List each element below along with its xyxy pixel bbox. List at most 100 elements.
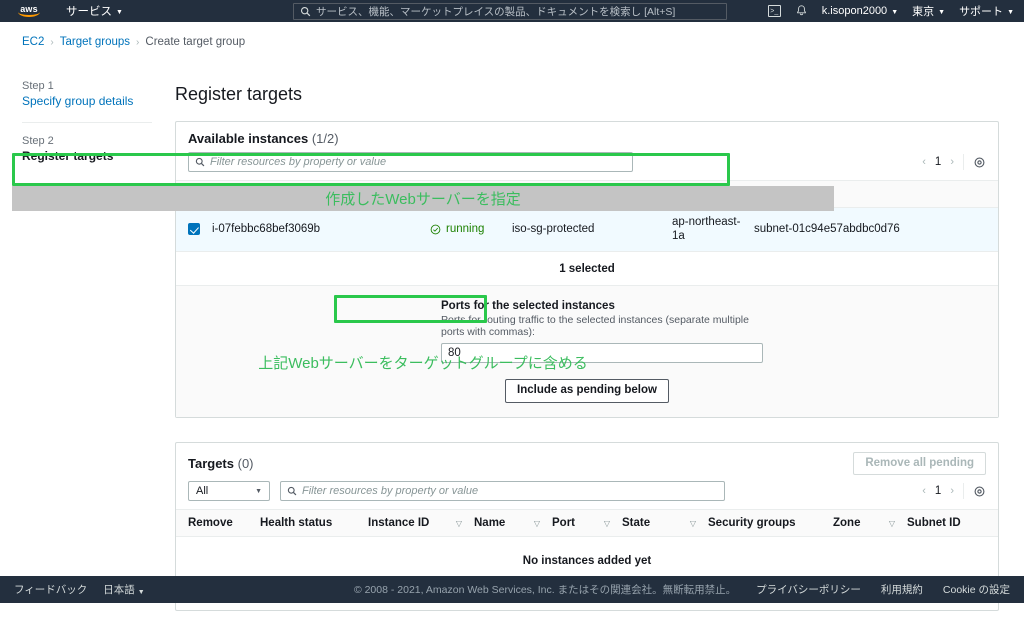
include-pending-row: Include as pending below bbox=[176, 378, 998, 417]
available-instances-card: Available instances (1/2) Filter resourc… bbox=[175, 121, 999, 418]
targets-pagination: ‹ 1 › bbox=[922, 483, 986, 500]
column-label-subnet-id: Subnet ID bbox=[907, 517, 961, 530]
column-label-instance-id: Instance ID bbox=[368, 517, 430, 530]
targets-filter-input[interactable]: Filter resources by property or value bbox=[280, 481, 725, 502]
sort-icon: ▽ bbox=[455, 518, 462, 528]
targets-filter-row: All ▼ Filter resources by property or va… bbox=[176, 475, 998, 509]
bottom-bar-left: フィードバック 日本語 ▼ bbox=[14, 582, 145, 597]
include-as-pending-below-button[interactable]: Include as pending below bbox=[505, 378, 669, 403]
chevron-down-icon: ▼ bbox=[137, 589, 145, 596]
chevron-down-icon: ▼ bbox=[255, 487, 262, 495]
sidebar-item-specify-group-details[interactable]: Specify group details bbox=[22, 94, 152, 108]
column-label-state: State bbox=[622, 517, 651, 530]
targets-title-text: Targets bbox=[188, 455, 234, 471]
wizard-steps-sidebar: Step 1 Specify group details Step 2 Regi… bbox=[22, 80, 152, 163]
annotation-text-1: 作成したWebサーバーを指定 bbox=[325, 191, 521, 208]
services-menu-label: サービス bbox=[66, 6, 112, 18]
cell-subnet-id: subnet-01c94e57abdbc0d76 bbox=[748, 207, 998, 252]
column-header-subnet-id[interactable]: Subnet ID bbox=[901, 509, 998, 538]
available-instances-filter-row: Filter resources by property or value ‹ … bbox=[176, 146, 998, 180]
targets-count: (0) bbox=[237, 455, 254, 471]
targets-title: Targets (0) bbox=[188, 456, 254, 471]
top-nav-right-group: >_ k.isopon2000 ▼ 東京 ▼ サポート ▼ bbox=[767, 0, 1014, 22]
column-header-zone[interactable]: Zone ▽ bbox=[827, 509, 901, 538]
account-menu[interactable]: k.isopon2000 ▼ bbox=[822, 5, 898, 17]
available-instances-filter-input[interactable]: Filter resources by property or value bbox=[188, 152, 633, 172]
region-menu[interactable]: 東京 ▼ bbox=[912, 3, 945, 19]
targets-header: Targets (0) Remove all pending bbox=[176, 443, 998, 476]
targets-filter-placeholder: Filter resources by property or value bbox=[302, 485, 479, 498]
cell-instance-id: i-07febbc68bef3069b bbox=[206, 207, 334, 252]
page-title: Register targets bbox=[175, 84, 303, 104]
search-icon bbox=[300, 6, 311, 17]
page-body: EC2 › Target groups › Create target grou… bbox=[0, 22, 1024, 612]
pagination-page-number[interactable]: 1 bbox=[935, 485, 941, 497]
targets-type-dropdown-value: All bbox=[196, 485, 209, 498]
account-menu-label: k.isopon2000 bbox=[821, 5, 888, 17]
column-label-health-status: Health status bbox=[260, 517, 333, 530]
column-header-instance-id[interactable]: Instance ID ▽ bbox=[362, 509, 468, 538]
annotation-text-2: 上記Webサーバーをターゲットグループに含める bbox=[258, 355, 588, 372]
pagination-page-number[interactable]: 1 bbox=[935, 156, 941, 168]
available-instances-title: Available instances (1/2) bbox=[188, 131, 339, 146]
row-checkbox[interactable] bbox=[188, 223, 200, 236]
cookie-preferences-link[interactable]: Cookie の設定 bbox=[943, 582, 1010, 597]
cell-name bbox=[334, 207, 424, 252]
privacy-policy-link[interactable]: プライバシーポリシー bbox=[756, 582, 861, 597]
sort-icon: ▽ bbox=[533, 518, 540, 528]
aws-logo-smile bbox=[18, 12, 40, 17]
available-instances-title-text: Available instances bbox=[188, 131, 309, 146]
services-menu[interactable]: サービス ▼ bbox=[66, 3, 123, 19]
cloudshell-icon[interactable]: >_ bbox=[767, 5, 781, 17]
table-row[interactable]: i-07febbc68bef3069b running iso-sg-prote… bbox=[176, 207, 998, 252]
column-label-security-groups: Security groups bbox=[708, 517, 796, 530]
bottom-bar: フィードバック 日本語 ▼ © 2008 - 2021, Amazon Web … bbox=[0, 576, 1024, 603]
breadcrumb: EC2 › Target groups › Create target grou… bbox=[0, 22, 1024, 48]
sidebar-step-2[interactable]: Step 2 Register targets bbox=[22, 135, 152, 163]
state-badge: running bbox=[430, 223, 500, 235]
search-icon bbox=[195, 157, 205, 167]
aws-logo[interactable]: aws bbox=[14, 4, 44, 18]
pagination-prev-icon[interactable]: ‹ bbox=[922, 485, 926, 497]
bell-icon[interactable] bbox=[795, 4, 808, 18]
column-header-state[interactable]: State ▽ bbox=[616, 509, 702, 538]
column-header-security-groups[interactable]: Security groups bbox=[702, 509, 827, 538]
column-header-name[interactable]: Name ▽ bbox=[468, 509, 546, 538]
sort-icon: ▽ bbox=[888, 518, 895, 528]
language-selector-label: 日本語 bbox=[103, 584, 135, 596]
column-label-zone: Zone bbox=[833, 517, 861, 530]
chevron-down-icon: ▼ bbox=[1007, 8, 1014, 16]
column-header-port[interactable]: Port ▽ bbox=[546, 509, 616, 538]
cell-security-groups: iso-sg-protected bbox=[506, 207, 666, 252]
support-menu[interactable]: サポート ▼ bbox=[959, 3, 1014, 19]
terms-of-use-link[interactable]: 利用規約 bbox=[881, 582, 923, 597]
sidebar-step-1[interactable]: Step 1 Specify group details bbox=[22, 80, 152, 108]
gear-icon[interactable] bbox=[973, 485, 986, 498]
global-search-placeholder: サービス、機能、マーケットプレイスの製品、ドキュメントを検索し [Alt+S] bbox=[316, 6, 676, 18]
targets-type-dropdown[interactable]: All ▼ bbox=[188, 481, 270, 502]
remove-all-pending-button[interactable]: Remove all pending bbox=[853, 451, 986, 476]
feedback-link[interactable]: フィードバック bbox=[14, 582, 87, 597]
targets-empty-title: No instances added yet bbox=[522, 555, 652, 568]
global-search-input[interactable]: サービス、機能、マーケットプレイスの製品、ドキュメントを検索し [Alt+S] bbox=[293, 3, 727, 20]
annotation-band-1: 作成したWebサーバーを指定 bbox=[12, 186, 834, 211]
language-selector[interactable]: 日本語 ▼ bbox=[103, 582, 144, 597]
breadcrumb-separator-icon: › bbox=[136, 36, 140, 48]
gear-icon[interactable] bbox=[973, 156, 986, 169]
pager-divider bbox=[963, 154, 964, 170]
search-icon bbox=[287, 487, 297, 496]
top-navigation-bar: aws サービス ▼ サービス、機能、マーケットプレイスの製品、ドキュメントを検… bbox=[0, 0, 1024, 22]
sidebar-divider bbox=[22, 122, 152, 123]
row-select-cell bbox=[176, 207, 206, 252]
available-instances-table-body: i-07febbc68bef3069b running iso-sg-prote… bbox=[176, 207, 998, 252]
pagination-next-icon[interactable]: › bbox=[950, 485, 954, 497]
chevron-down-icon: ▼ bbox=[938, 8, 946, 16]
sort-icon: ▽ bbox=[689, 518, 696, 528]
breadcrumb-item-target-groups[interactable]: Target groups bbox=[60, 36, 130, 48]
available-instances-count: (1/2) bbox=[311, 131, 339, 146]
breadcrumb-item-ec2[interactable]: EC2 bbox=[22, 36, 44, 48]
pagination-next-icon[interactable]: › bbox=[950, 156, 954, 168]
step-2-number: Step 2 bbox=[22, 135, 54, 147]
targets-table-head: Remove Health status Instance ID ▽ Name ▽ bbox=[176, 509, 998, 538]
pagination-prev-icon[interactable]: ‹ bbox=[922, 156, 926, 168]
